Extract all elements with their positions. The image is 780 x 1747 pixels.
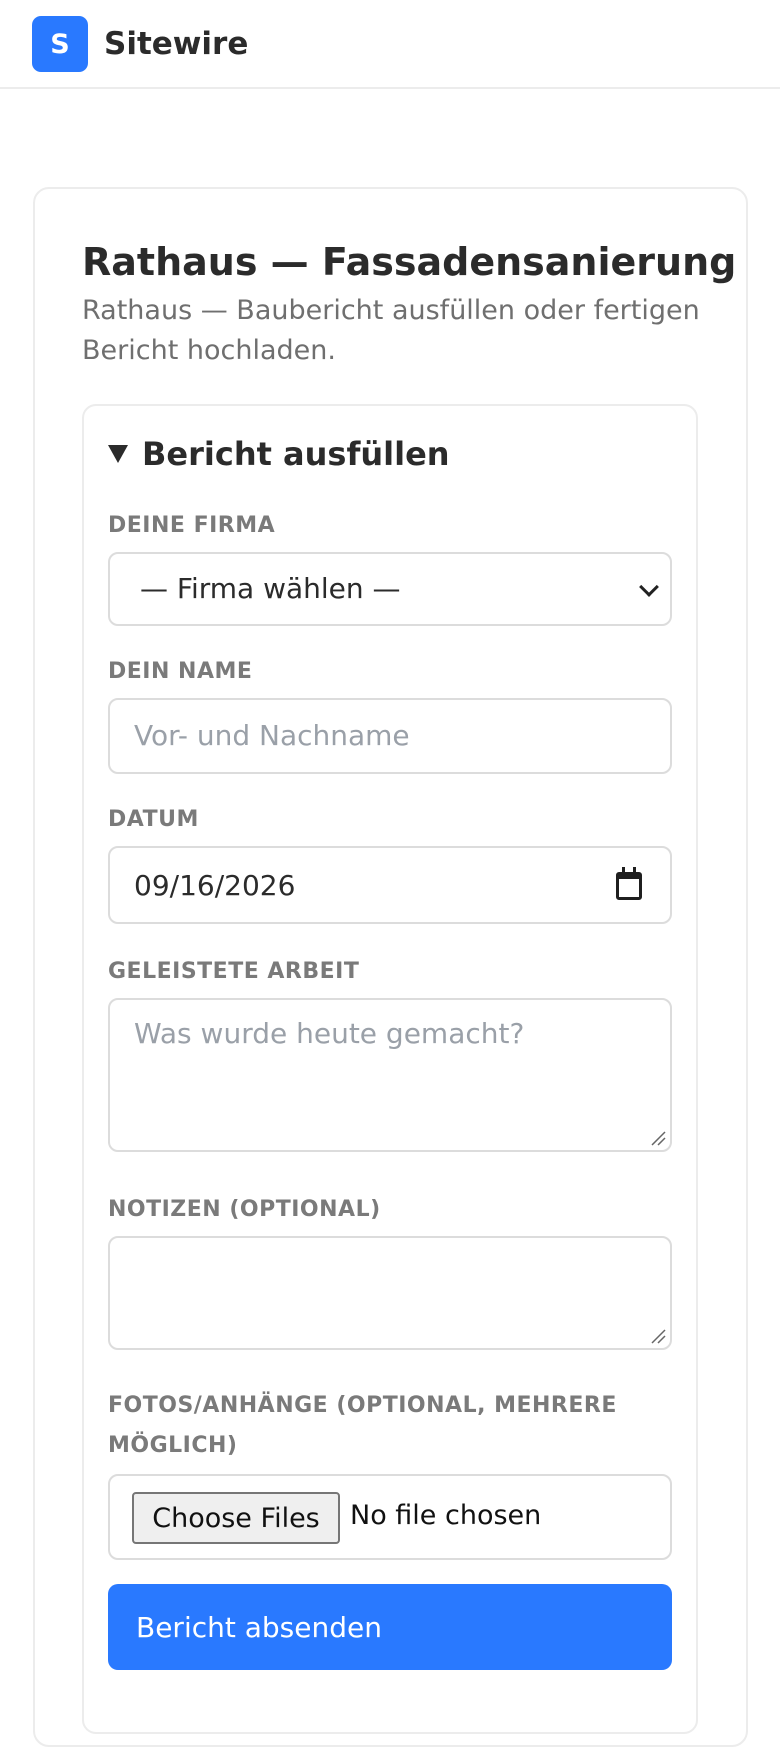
files-label: FOTOS/ANHÄNGE (OPTIONAL, MEHRERE MÖGLICH… [108,1393,617,1458]
company-select[interactable]: — Firma wählen — [108,552,672,626]
top-bar: S Sitewire [0,0,780,89]
name-placeholder: Vor- und Nachname [134,719,410,752]
work-placeholder: Was wurde heute gemacht? [134,1017,525,1050]
submit-button[interactable]: Bericht absenden [108,1584,672,1670]
date-input[interactable]: 09/16/2026 [108,846,672,924]
work-label: GELEISTETE ARBEIT [108,959,360,984]
file-input[interactable]: Choose Files No file chosen [108,1474,672,1560]
calendar-icon[interactable] [616,867,642,900]
resize-grip-icon[interactable] [650,1130,666,1146]
brand-name[interactable]: Sitewire [104,24,248,64]
name-label: DEIN NAME [108,659,253,684]
page-subtitle: Rathaus — Baubericht ausfüllen oder fert… [82,295,700,366]
date-value: 09/16/2026 [134,869,296,902]
form-toggle[interactable]: Bericht ausfüllen [108,432,450,476]
file-status: No file chosen [350,1500,542,1531]
name-input[interactable]: Vor- und Nachname [108,698,672,774]
form-toggle-label: Bericht ausfüllen [142,435,450,473]
company-select-value: — Firma wählen — [140,572,401,605]
choose-files-button[interactable]: Choose Files [132,1492,340,1544]
work-textarea[interactable]: Was wurde heute gemacht? [108,998,672,1152]
resize-grip-icon[interactable] [650,1328,666,1344]
triangle-down-icon [108,445,128,463]
notes-textarea[interactable] [108,1236,672,1350]
company-label: DEINE FIRMA [108,513,276,538]
notes-label: NOTIZEN (OPTIONAL) [108,1197,381,1222]
chevron-down-icon [639,577,659,597]
logo-icon[interactable]: S [32,16,88,72]
page-title: Rathaus — Fassadensanierung [82,240,737,284]
date-label: DATUM [108,807,199,832]
